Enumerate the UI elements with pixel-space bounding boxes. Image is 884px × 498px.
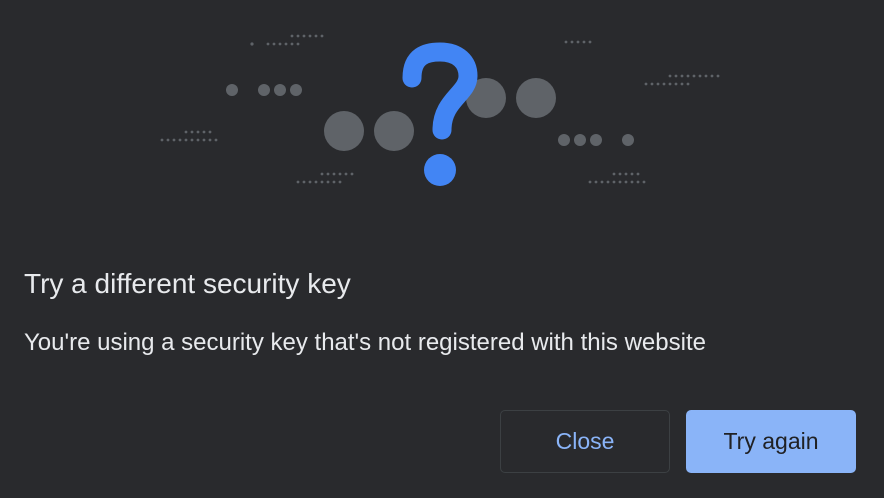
security-key-dialog: Try a different security key You're usin… xyxy=(0,0,884,498)
small-dots xyxy=(226,84,634,146)
dialog-description: You're using a security key that's not r… xyxy=(24,329,706,356)
question-mark-icon xyxy=(402,42,478,186)
dialog-title: Try a different security key xyxy=(24,268,351,299)
try-again-button[interactable]: Try again xyxy=(686,410,856,473)
security-key-illustration xyxy=(160,34,720,186)
close-button[interactable]: Close xyxy=(500,410,670,473)
